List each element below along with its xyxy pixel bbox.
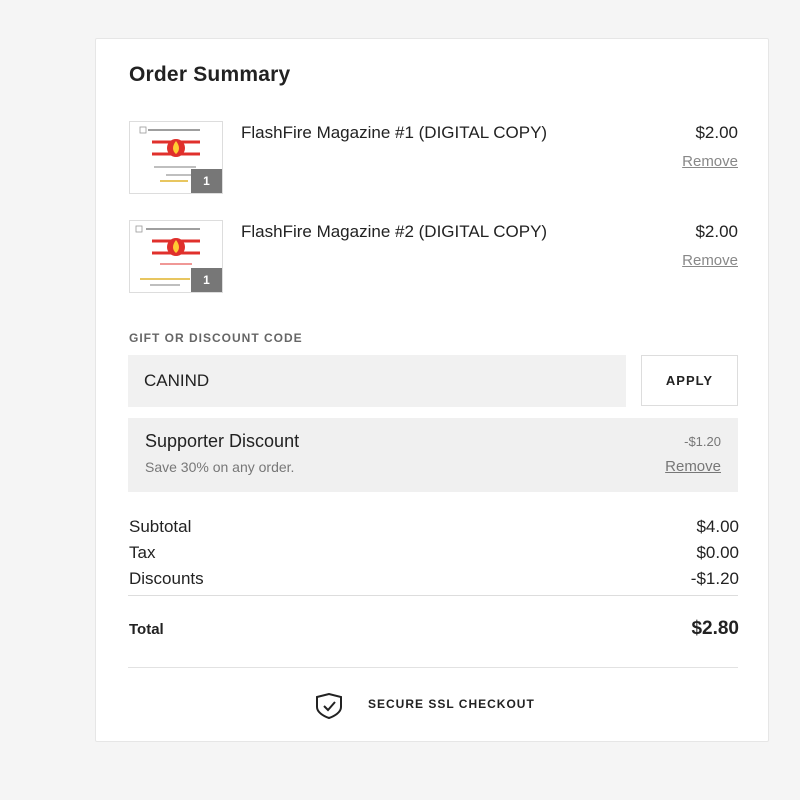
discount-amount: -$1.20: [684, 434, 721, 449]
applied-discount: Supporter Discount Save 30% on any order…: [128, 418, 738, 492]
totals-divider: [128, 595, 738, 596]
item-price: $2.00: [695, 123, 738, 142]
remove-item-link[interactable]: Remove: [682, 153, 738, 170]
total-value: $2.80: [691, 618, 739, 639]
discount-code-label: GIFT OR DISCOUNT CODE: [129, 331, 303, 345]
item-name: FlashFire Magazine #2 (DIGITAL COPY): [241, 222, 548, 241]
cart-item: 1 FlashFire Magazine #1 (DIGITAL COPY) $…: [129, 121, 739, 197]
item-price: $2.00: [695, 222, 738, 241]
total-label: Total: [129, 621, 164, 638]
order-summary-card: Order Summary 1 FlashFire Magazine #1 (D…: [95, 38, 769, 742]
quantity-badge: 1: [191, 268, 222, 292]
remove-item-link[interactable]: Remove: [682, 252, 738, 269]
discount-name: Supporter Discount: [145, 431, 300, 451]
quantity-badge: 1: [191, 169, 222, 193]
secure-checkout-label: SECURE SSL CHECKOUT: [368, 697, 535, 711]
discount-description: Save 30% on any order.: [145, 459, 295, 475]
item-name: FlashFire Magazine #1 (DIGITAL COPY): [241, 123, 548, 142]
remove-discount-link[interactable]: Remove: [665, 458, 721, 475]
discounts-label: Discounts: [129, 569, 204, 588]
cart-item: 1 FlashFire Magazine #2 (DIGITAL COPY) $…: [129, 220, 739, 296]
product-thumbnail: 1: [129, 121, 223, 194]
tax-label: Tax: [129, 543, 156, 562]
discount-code-input[interactable]: [128, 355, 626, 407]
apply-button[interactable]: APPLY: [641, 355, 738, 406]
tax-value: $0.00: [696, 543, 739, 562]
shield-check-icon: [316, 693, 342, 719]
subtotal-label: Subtotal: [129, 517, 192, 536]
footer-divider: [128, 667, 738, 668]
discounts-value: -$1.20: [690, 569, 739, 588]
product-thumbnail: 1: [129, 220, 223, 293]
subtotal-value: $4.00: [696, 517, 739, 536]
order-summary-title: Order Summary: [129, 63, 291, 86]
